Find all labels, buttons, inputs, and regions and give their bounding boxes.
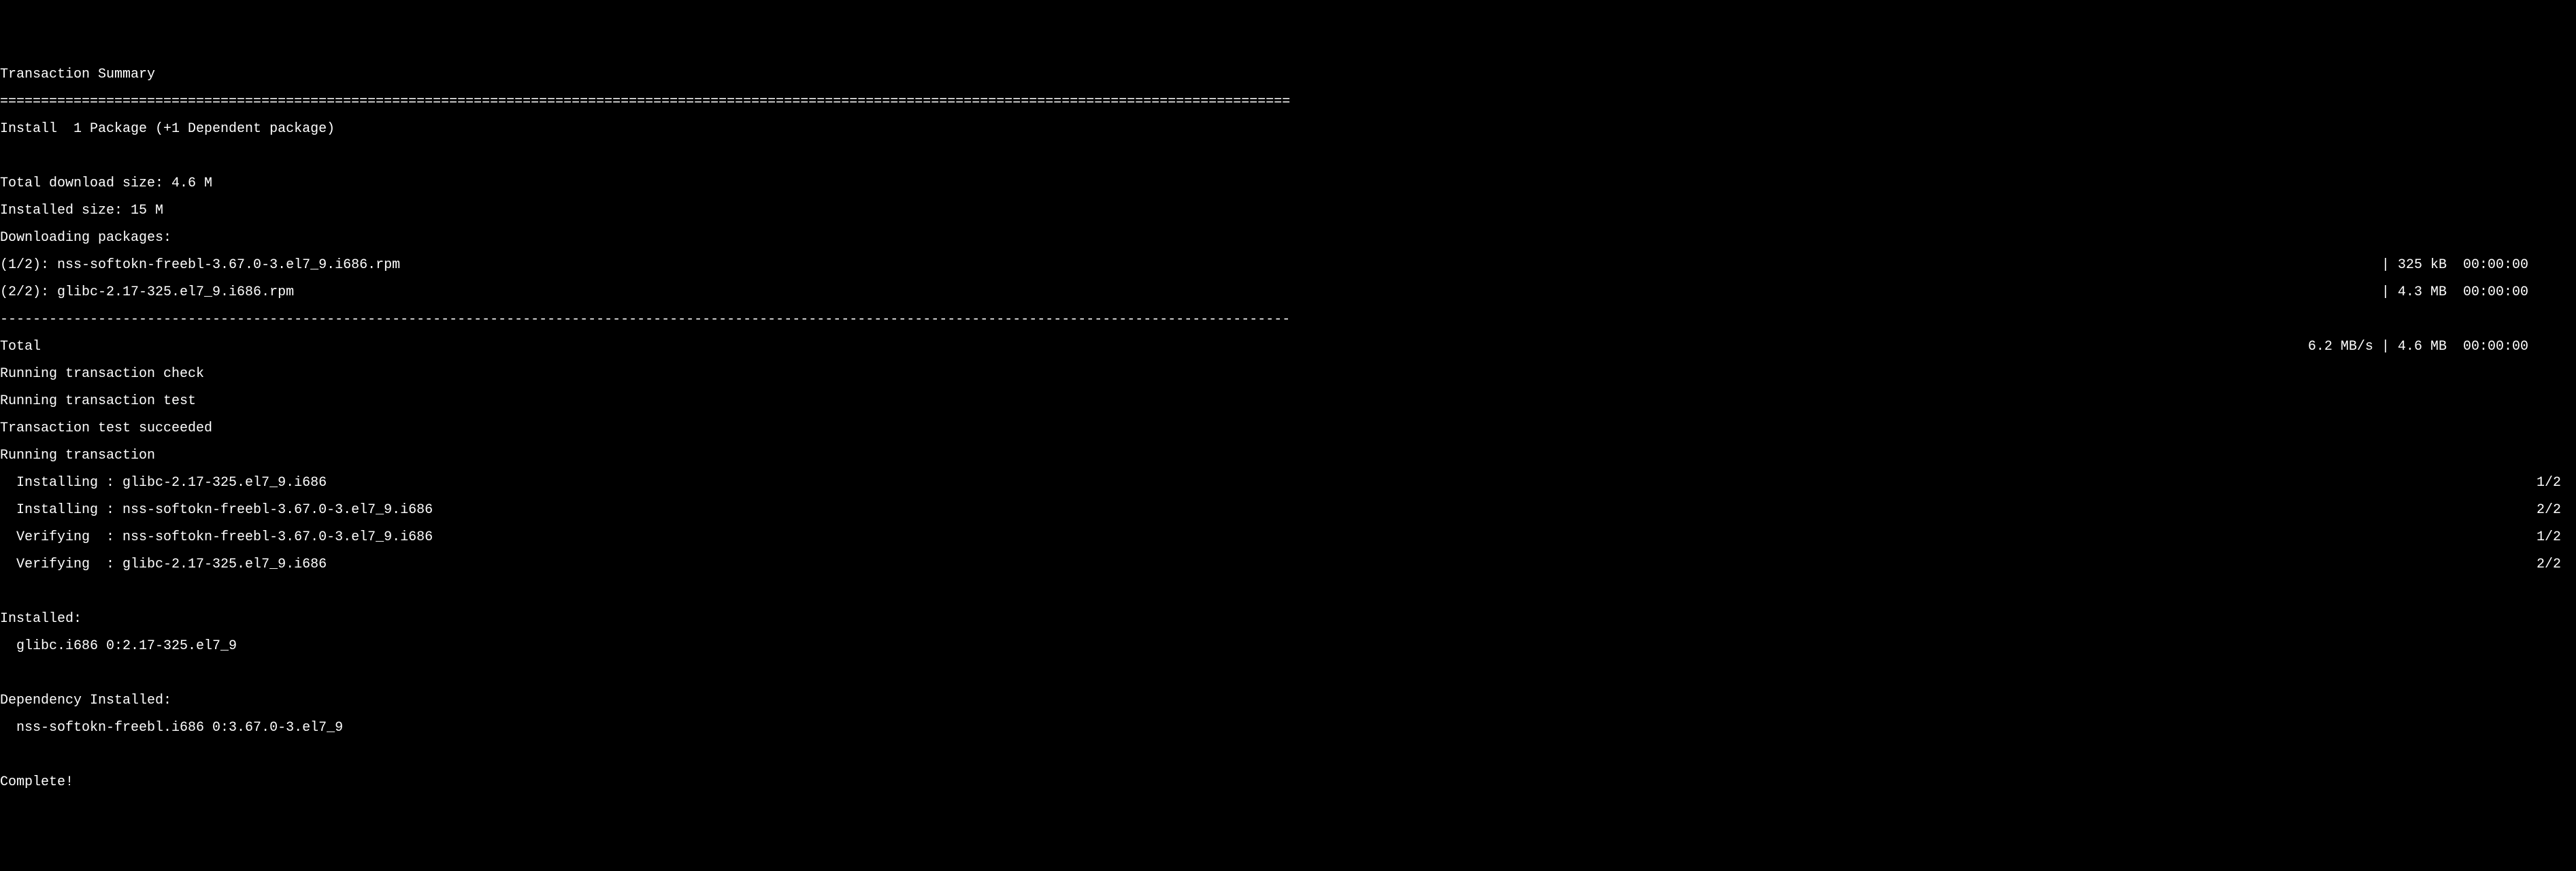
transaction-test-succeeded: Transaction test succeeded <box>0 422 2576 436</box>
dependency-installed-header: Dependency Installed: <box>0 694 2576 708</box>
tx-step-progress: 2/2 <box>2537 504 2576 517</box>
tx-step-row: Verifying : nss-softokn-freebl-3.67.0-3.… <box>0 531 2576 544</box>
blank-line <box>0 749 2576 762</box>
download-row: (1/2): nss-softokn-freebl-3.67.0-3.el7_9… <box>0 259 2576 272</box>
running-transaction-test: Running transaction test <box>0 395 2576 408</box>
install-summary-line: Install 1 Package (+1 Dependent package) <box>0 122 2576 136</box>
tx-step-row: Installing : glibc-2.17-325.el7_9.i686 1… <box>0 476 2576 490</box>
download-package-stats: | 4.3 MB 00:00:00 <box>2381 286 2576 299</box>
tx-step-label: Verifying : nss-softokn-freebl-3.67.0-3.… <box>0 531 433 544</box>
download-package-name: (1/2): nss-softokn-freebl-3.67.0-3.el7_9… <box>0 259 400 272</box>
tx-step-progress: 1/2 <box>2537 476 2576 490</box>
divider-equals: ========================================… <box>0 95 2576 109</box>
tx-step-label: Installing : glibc-2.17-325.el7_9.i686 <box>0 476 327 490</box>
total-stats: 6.2 MB/s | 4.6 MB 00:00:00 <box>2308 340 2576 354</box>
download-package-name: (2/2): glibc-2.17-325.el7_9.i686.rpm <box>0 286 294 299</box>
running-transaction-check: Running transaction check <box>0 367 2576 381</box>
tx-step-label: Verifying : glibc-2.17-325.el7_9.i686 <box>0 558 327 572</box>
installed-header: Installed: <box>0 612 2576 626</box>
terminal-output: Transaction Summary ====================… <box>0 54 2576 803</box>
blank-line <box>0 667 2576 680</box>
tx-step-progress: 1/2 <box>2537 531 2576 544</box>
running-transaction: Running transaction <box>0 449 2576 463</box>
installed-size: Installed size: 15 M <box>0 204 2576 218</box>
tx-step-row: Installing : nss-softokn-freebl-3.67.0-3… <box>0 504 2576 517</box>
downloading-packages-label: Downloading packages: <box>0 231 2576 245</box>
transaction-summary-header: Transaction Summary <box>0 68 2576 82</box>
divider-dash: ----------------------------------------… <box>0 313 2576 327</box>
download-row: (2/2): glibc-2.17-325.el7_9.i686.rpm | 4… <box>0 286 2576 299</box>
installed-package: glibc.i686 0:2.17-325.el7_9 <box>0 640 2576 653</box>
blank-line <box>0 150 2576 163</box>
tx-step-progress: 2/2 <box>2537 558 2576 572</box>
total-download-size: Total download size: 4.6 M <box>0 177 2576 191</box>
dependency-installed-package: nss-softokn-freebl.i686 0:3.67.0-3.el7_9 <box>0 721 2576 735</box>
total-row: Total 6.2 MB/s | 4.6 MB 00:00:00 <box>0 340 2576 354</box>
tx-step-row: Verifying : glibc-2.17-325.el7_9.i686 2/… <box>0 558 2576 572</box>
tx-step-label: Installing : nss-softokn-freebl-3.67.0-3… <box>0 504 433 517</box>
blank-line <box>0 585 2576 599</box>
download-package-stats: | 325 kB 00:00:00 <box>2381 259 2576 272</box>
complete-label: Complete! <box>0 776 2576 789</box>
total-label: Total <box>0 340 41 354</box>
